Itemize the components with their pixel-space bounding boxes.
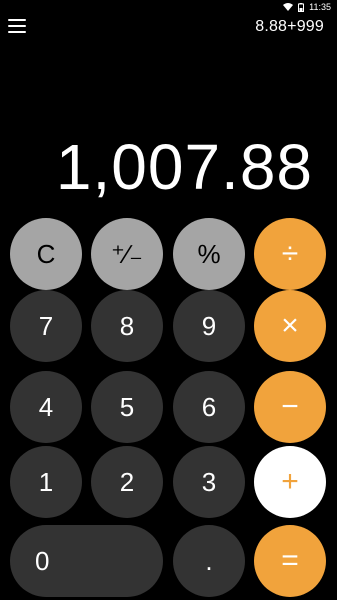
digit-5-button[interactable]: 5	[91, 371, 163, 443]
status-bar: 11:35	[0, 0, 337, 14]
top-bar: 8.88+999	[0, 16, 337, 40]
clear-button[interactable]: C	[10, 218, 82, 290]
sign-toggle-button[interactable]: ⁺∕₋	[91, 218, 163, 290]
result-display: 1,007.88	[55, 131, 313, 203]
wifi-icon	[283, 3, 294, 11]
status-time: 11:35	[309, 2, 331, 12]
digit-2-button[interactable]: 2	[91, 446, 163, 518]
expression-display: 8.88+999	[255, 18, 324, 35]
digit-9-button[interactable]: 9	[173, 290, 245, 362]
decimal-button[interactable]: .	[173, 525, 245, 597]
equals-button[interactable]: =	[254, 525, 326, 597]
digit-0-button[interactable]: 0	[10, 525, 163, 597]
multiply-button[interactable]: ×	[254, 290, 326, 362]
battery-icon	[298, 2, 305, 12]
plus-button[interactable]: +	[254, 446, 326, 518]
divide-button[interactable]: ÷	[254, 218, 326, 290]
calculator-screen: 11:35 8.88+999 1,007.88 C ⁺∕₋ % ÷ 7 8 9 …	[0, 0, 337, 600]
digit-1-button[interactable]: 1	[10, 446, 82, 518]
digit-4-button[interactable]: 4	[10, 371, 82, 443]
digit-7-button[interactable]: 7	[10, 290, 82, 362]
minus-button[interactable]: −	[254, 371, 326, 443]
digit-3-button[interactable]: 3	[173, 446, 245, 518]
digit-6-button[interactable]: 6	[173, 371, 245, 443]
digit-8-button[interactable]: 8	[91, 290, 163, 362]
percent-button[interactable]: %	[173, 218, 245, 290]
menu-icon[interactable]	[8, 19, 26, 33]
